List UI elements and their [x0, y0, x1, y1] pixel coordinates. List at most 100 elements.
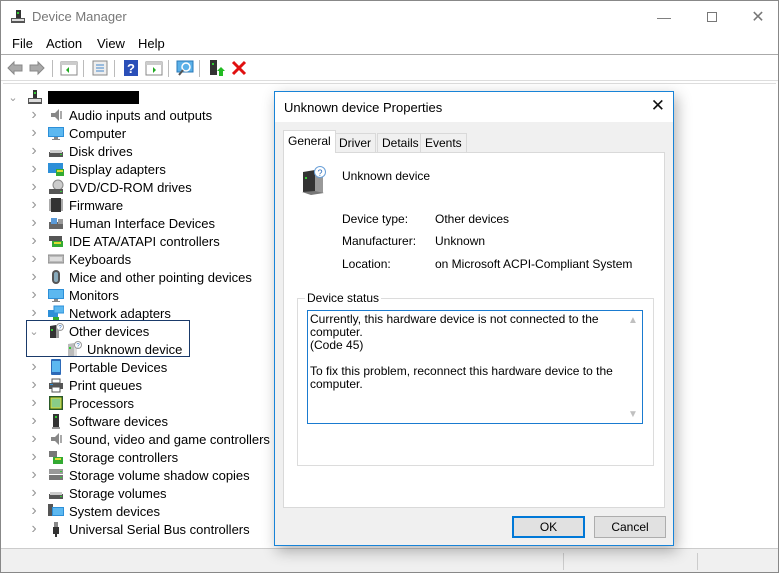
tree-category-label: Keyboards: [69, 251, 132, 267]
close-button[interactable]: ✕: [735, 1, 779, 33]
chevron-right-icon[interactable]: ›: [28, 412, 40, 430]
chevron-right-icon[interactable]: ›: [28, 394, 40, 412]
show-action-pane-icon[interactable]: [145, 59, 163, 77]
chevron-right-icon[interactable]: ›: [28, 178, 40, 196]
printer-icon: [49, 378, 63, 393]
tree-category-label: Firmware: [69, 197, 124, 213]
monitor-icon: [48, 289, 64, 302]
help-icon[interactable]: ?: [122, 59, 140, 77]
speaker-icon: [51, 109, 62, 121]
scroll-down-icon[interactable]: ▼: [625, 408, 641, 422]
tree-category[interactable]: › Sound, video and game controllers: [28, 430, 270, 448]
properties-dialog: Unknown device Properties ✕ General Driv…: [274, 91, 674, 546]
tree-category[interactable]: › Software devices: [28, 412, 168, 430]
chevron-right-icon[interactable]: ›: [28, 160, 40, 178]
software-device-icon: [52, 414, 60, 429]
tab-general[interactable]: General: [283, 130, 336, 153]
chevron-right-icon[interactable]: ›: [28, 484, 40, 502]
show-hide-console-tree-icon[interactable]: [60, 59, 78, 77]
dialog-close-button[interactable]: ✕: [651, 96, 665, 116]
tab-events[interactable]: Events: [420, 133, 467, 152]
maximize-icon: [707, 12, 717, 22]
root-name-redacted: [48, 90, 139, 104]
tree-category[interactable]: › Human Interface Devices: [28, 214, 215, 232]
chevron-down-icon[interactable]: ⌄: [7, 91, 19, 104]
update-driver-icon[interactable]: [207, 59, 225, 77]
tree-category[interactable]: › Processors: [28, 394, 134, 412]
device-type-label: Device type:: [342, 212, 409, 226]
selection-outline: [26, 320, 190, 357]
tree-category-label: Display adapters: [69, 161, 166, 177]
chevron-right-icon[interactable]: ›: [28, 214, 40, 232]
tree-category[interactable]: › Firmware: [28, 196, 123, 214]
tree-category[interactable]: › Portable Devices: [28, 358, 167, 376]
chevron-right-icon[interactable]: ›: [28, 358, 40, 376]
forward-arrow-icon[interactable]: [28, 59, 46, 77]
keyboard-icon: [48, 254, 64, 264]
menu-action[interactable]: Action: [46, 36, 82, 51]
tab-driver[interactable]: Driver: [334, 133, 376, 152]
tree-category[interactable]: › IDE ATA/ATAPI controllers: [28, 232, 220, 250]
chevron-right-icon[interactable]: ›: [28, 466, 40, 484]
tree-category[interactable]: › Storage volumes: [28, 484, 166, 502]
chevron-right-icon[interactable]: ›: [28, 124, 40, 142]
chevron-right-icon[interactable]: ›: [28, 502, 40, 520]
tree-category-label: Mice and other pointing devices: [69, 269, 252, 285]
toolbar-separator: [199, 60, 200, 77]
menu-view[interactable]: View: [97, 36, 125, 51]
status-scrollbar[interactable]: ▲ ▼: [625, 312, 641, 422]
tree-category[interactable]: › Display adapters: [28, 160, 166, 178]
tree-category-label: Human Interface Devices: [69, 215, 215, 231]
tree-root[interactable]: ⌄: [7, 88, 139, 106]
chevron-right-icon[interactable]: ›: [28, 232, 40, 250]
back-arrow-icon[interactable]: [6, 59, 24, 77]
general-tab-page: ? Unknown device Device type: Other devi…: [283, 152, 665, 508]
cancel-button[interactable]: Cancel: [594, 516, 666, 538]
speaker-icon: [51, 433, 62, 445]
chevron-right-icon[interactable]: ›: [28, 142, 40, 160]
chevron-right-icon[interactable]: ›: [28, 376, 40, 394]
menu-help[interactable]: Help: [138, 36, 165, 51]
properties-icon[interactable]: [91, 59, 109, 77]
tree-category[interactable]: › Storage volume shadow copies: [28, 466, 249, 484]
storage-controller-icon: [49, 451, 63, 464]
chevron-right-icon[interactable]: ›: [28, 448, 40, 466]
tree-category[interactable]: › Disk drives: [28, 142, 132, 160]
chevron-right-icon[interactable]: ›: [28, 286, 40, 304]
tree-category[interactable]: › System devices: [28, 502, 160, 520]
scroll-up-icon[interactable]: ▲: [625, 314, 641, 328]
toolbar-separator: [83, 60, 84, 77]
tree-category-label: Universal Serial Bus controllers: [69, 521, 250, 537]
tree-category-label: IDE ATA/ATAPI controllers: [69, 233, 220, 249]
tree-category[interactable]: › Monitors: [28, 286, 119, 304]
network-adapter-icon: [48, 305, 64, 320]
tree-category[interactable]: › Keyboards: [28, 250, 131, 268]
manufacturer-label: Manufacturer:: [342, 234, 417, 248]
scan-hardware-icon[interactable]: [176, 59, 194, 77]
window-title: Device Manager: [32, 9, 127, 24]
tree-category[interactable]: › Print queues: [28, 376, 142, 394]
minimize-button[interactable]: —: [641, 1, 687, 33]
tree-category[interactable]: › Storage controllers: [28, 448, 178, 466]
tree-category[interactable]: › Universal Serial Bus controllers: [28, 520, 250, 538]
chevron-right-icon[interactable]: ›: [28, 106, 40, 124]
device-status-textbox[interactable]: Currently, this hardware device is not c…: [307, 310, 643, 424]
location-value: on Microsoft ACPI-Compliant System: [435, 257, 633, 271]
tree-category[interactable]: › Computer: [28, 124, 126, 142]
processor-icon: [49, 396, 63, 410]
chevron-right-icon[interactable]: ›: [28, 250, 40, 268]
tab-details[interactable]: Details: [377, 133, 424, 152]
tree-category[interactable]: › Mice and other pointing devices: [28, 268, 252, 286]
menu-file[interactable]: File: [12, 36, 33, 51]
chevron-right-icon[interactable]: ›: [28, 268, 40, 286]
uninstall-device-icon[interactable]: [230, 59, 248, 77]
tree-category-label: Computer: [69, 125, 127, 141]
chevron-right-icon[interactable]: ›: [28, 520, 40, 538]
chevron-right-icon[interactable]: ›: [28, 430, 40, 448]
maximize-button[interactable]: [689, 1, 735, 33]
tree-category[interactable]: › Audio inputs and outputs: [28, 106, 212, 124]
ok-button[interactable]: OK: [512, 516, 585, 538]
tree-category[interactable]: › DVD/CD-ROM drives: [28, 178, 191, 196]
chevron-right-icon[interactable]: ›: [28, 196, 40, 214]
tree-category-label: Storage controllers: [69, 449, 179, 465]
